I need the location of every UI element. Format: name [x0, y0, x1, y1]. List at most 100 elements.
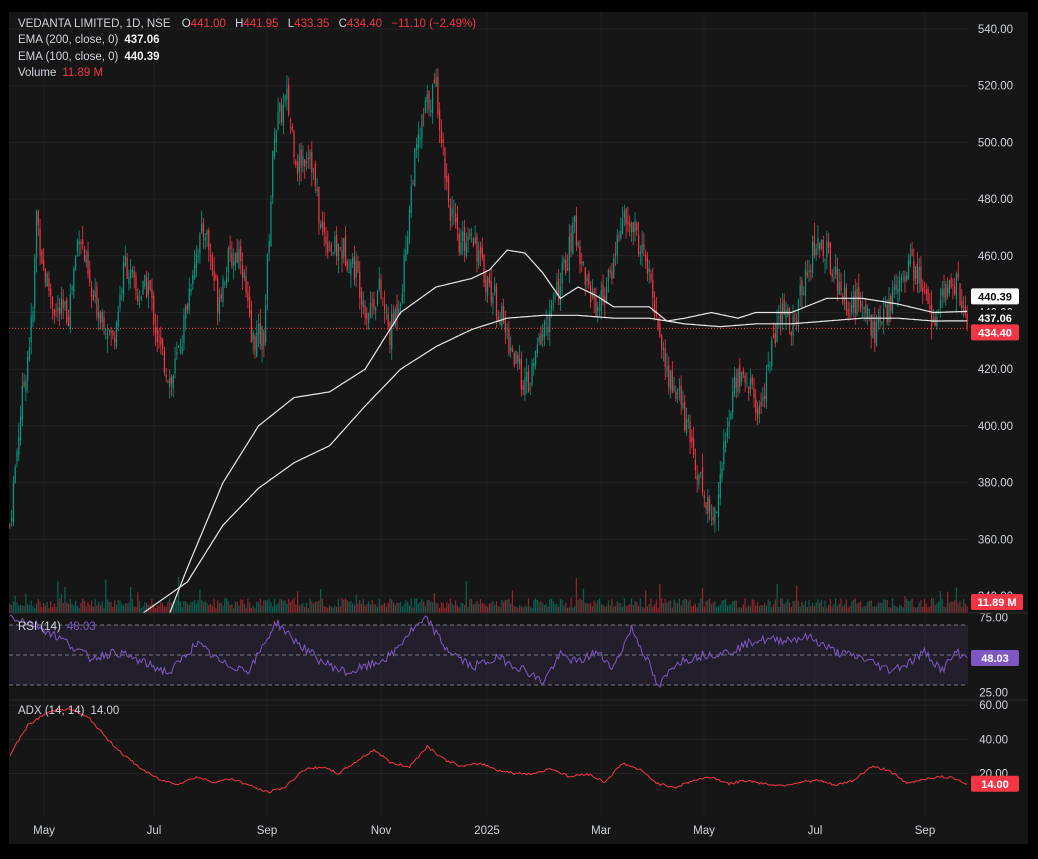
candle-body — [945, 284, 947, 301]
volume-bar — [861, 607, 863, 613]
volume-bar — [314, 601, 316, 613]
legend-volume-row[interactable]: Volume 11.89 M — [18, 65, 476, 81]
price-axis-tick-label: 360.00 — [978, 534, 1013, 546]
volume-bar — [201, 600, 203, 613]
volume-bar — [629, 604, 631, 613]
candle — [811, 235, 814, 278]
volume-bar — [112, 606, 114, 613]
candle-body — [780, 311, 782, 323]
candle-body — [772, 335, 775, 337]
high-value: 441.95 — [243, 18, 279, 30]
candle-body — [254, 335, 256, 352]
volume-bar — [689, 599, 691, 613]
candle-body — [250, 309, 253, 342]
candle-body — [270, 201, 272, 247]
volume-bar — [341, 598, 343, 613]
candle-body — [701, 467, 704, 493]
volume-bar — [565, 602, 567, 613]
volume-bar — [353, 605, 356, 613]
volume-bar — [602, 604, 604, 613]
volume-bar — [362, 599, 364, 613]
volume-bar — [14, 595, 16, 613]
ema200-value: 437.06 — [124, 34, 160, 47]
volume-bar — [506, 599, 508, 613]
candle-body — [66, 299, 68, 323]
price-axis-tick-label: 400.00 — [978, 421, 1013, 433]
candle-body — [321, 220, 324, 228]
candle-body — [492, 296, 494, 304]
candle-body — [202, 222, 205, 237]
volume-bar — [117, 599, 119, 613]
volume-bar — [154, 607, 157, 613]
volume-bar — [826, 607, 828, 613]
volume-bar — [220, 602, 222, 613]
volume-bar — [605, 606, 608, 613]
volume-bar — [696, 607, 698, 613]
candle-body — [295, 160, 297, 166]
candle-body — [827, 241, 830, 248]
candle-body — [300, 149, 302, 169]
volume-bar — [483, 603, 485, 613]
candle-body — [57, 307, 59, 312]
candle-body — [280, 105, 283, 123]
volume-bar — [708, 598, 711, 613]
candle-body — [646, 258, 649, 274]
candle-body — [41, 251, 43, 264]
volume-bar — [486, 606, 489, 613]
candle-body — [350, 261, 352, 275]
candle-body — [883, 309, 885, 321]
volume-bar — [581, 600, 583, 613]
candle-body — [80, 242, 82, 244]
candle-body — [490, 280, 492, 303]
volume-bar — [518, 605, 521, 613]
volume-bar — [677, 603, 679, 613]
volume-bar — [101, 601, 103, 613]
candle-body — [629, 223, 631, 227]
candle-body — [566, 268, 569, 270]
candle-body — [234, 253, 237, 265]
candle-body — [891, 290, 894, 313]
volume-bar — [135, 607, 137, 613]
candle-body — [671, 370, 673, 393]
candle-body — [677, 392, 679, 395]
volume-bar — [522, 607, 524, 613]
volume-bar — [765, 605, 768, 613]
candle-body — [614, 254, 617, 257]
candle-body — [843, 284, 846, 300]
volume-bar — [323, 606, 325, 613]
volume-bar — [906, 598, 908, 613]
volume-bar — [218, 603, 221, 613]
candle-body — [474, 237, 476, 243]
volume-bar — [318, 600, 320, 613]
candle-body — [488, 277, 491, 283]
candle-body — [419, 137, 421, 140]
candle-body — [572, 222, 574, 254]
volume-bar — [613, 606, 615, 613]
symbol-title[interactable]: VEDANTA LIMITED, 1D, NSE — [18, 18, 171, 30]
volume-bar — [799, 606, 801, 613]
legend-ema100-row[interactable]: EMA (100, close, 0) 440.39 — [18, 49, 476, 65]
volume-tag: 11.89 M — [977, 597, 1016, 609]
volume-bar — [243, 603, 245, 613]
volume-bar — [772, 604, 775, 613]
adx-legend[interactable]: ADX (14, 14) 14.00 — [18, 705, 119, 717]
volume-bar — [852, 599, 855, 613]
candle-body — [424, 100, 427, 114]
candle-body — [34, 257, 36, 309]
candle-body — [554, 298, 556, 300]
volume-bar — [327, 607, 329, 613]
candle-body — [211, 255, 213, 271]
candle-body — [929, 305, 931, 309]
volume-bar — [245, 607, 247, 613]
volume-bar — [158, 605, 160, 613]
low-value: 433.35 — [294, 18, 330, 30]
volume-bar — [737, 607, 739, 613]
candle-body — [886, 304, 888, 323]
candle-body — [543, 320, 546, 338]
candle-body — [753, 388, 755, 399]
rsi-legend[interactable]: RSI (14) 48.03 — [18, 621, 96, 633]
volume-bar — [357, 603, 359, 613]
legend-ema200-row[interactable]: EMA (200, close, 0) 437.06 — [18, 32, 476, 48]
volume-bar — [879, 602, 881, 613]
volume-bar — [419, 601, 421, 613]
